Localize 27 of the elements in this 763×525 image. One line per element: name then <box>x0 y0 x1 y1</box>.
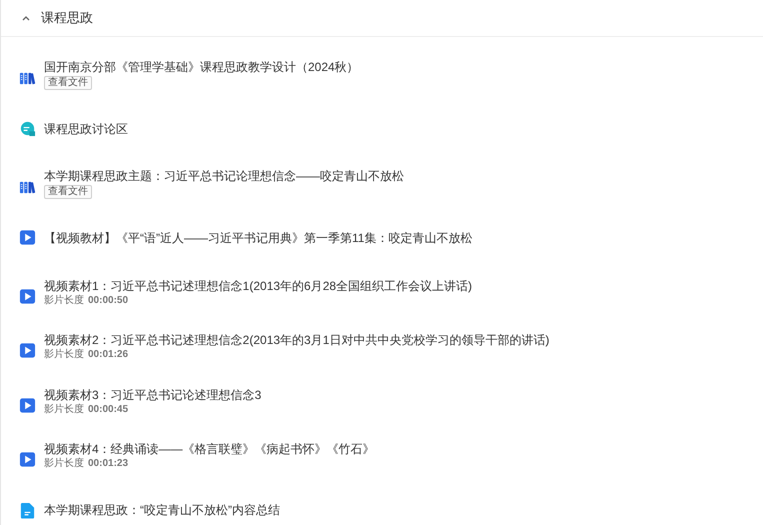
duration-value: 00:01:23 <box>88 458 128 470</box>
section-title: 课程思政 <box>41 9 93 28</box>
duration-label: 影片长度 <box>44 349 84 362</box>
play-icon <box>19 451 36 468</box>
play-icon <box>19 342 36 360</box>
item-title-link[interactable]: 【视频教材】《平“语”近人——习近平书记用典》第一季第11集：咬定青山不放松 <box>44 230 472 246</box>
play-icon <box>19 396 36 414</box>
item-title-link[interactable]: 视频素材2：习近平总书记述理想信念2(2013年的3月1日对中共中央党校学习的领导干部的讲话) <box>44 332 550 348</box>
duration-value: 00:01:26 <box>88 349 128 362</box>
duration-label: 影片长度 <box>44 404 84 416</box>
duration-value: 00:00:45 <box>88 404 128 416</box>
item-title-link[interactable]: 本学期课程思政主题：习近平总书记论理想信念——咬定青山不放松 <box>44 168 404 184</box>
view-file-button[interactable]: 查看文件 <box>44 184 92 199</box>
item-title-link[interactable]: 本学期课程思政：“咬定青山不放松”内容总结 <box>44 502 280 518</box>
play-icon <box>19 288 36 305</box>
duration-label: 影片长度 <box>44 294 84 307</box>
play-icon <box>19 229 36 246</box>
item-title-link[interactable]: 视频素材1：习近平总书记述理想信念1(2013年的6月28全国组织工作会议上讲话) <box>44 278 472 294</box>
item-title-link[interactable]: 国开南京分部《管理学基础》课程思政教学设计（2024秋） <box>44 58 359 75</box>
duration-label: 影片长度 <box>44 458 84 470</box>
chat-bubble-icon <box>19 120 36 138</box>
document-icon <box>19 502 36 519</box>
item-title-link[interactable]: 视频素材3：习近平总书记论述理想信念3 <box>44 386 262 403</box>
duration-value: 00:00:50 <box>88 294 128 307</box>
item-title-link[interactable]: 课程思政讨论区 <box>44 120 128 137</box>
item-title-link[interactable]: 视频素材4：经典诵读——《格言联璧》《病起书怀》《竹石》 <box>44 441 375 458</box>
view-file-button[interactable]: 查看文件 <box>44 76 92 90</box>
